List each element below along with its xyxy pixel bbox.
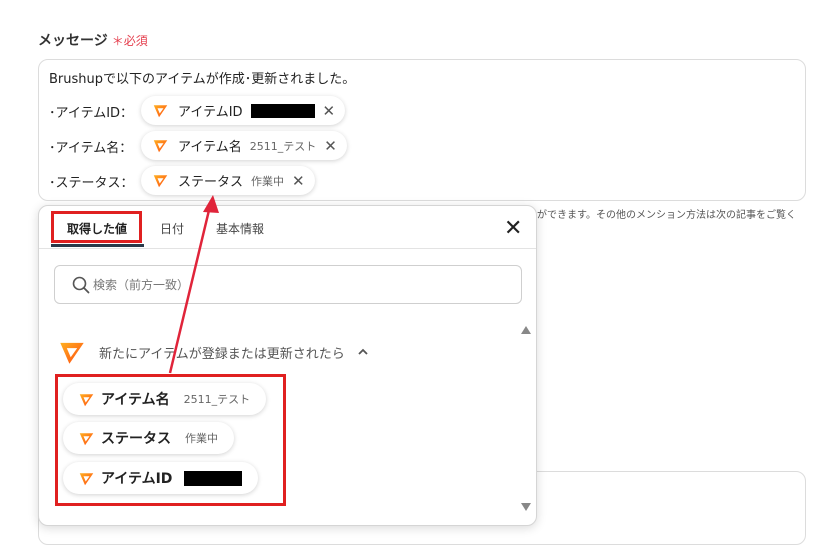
brushup-logo-icon bbox=[59, 339, 85, 365]
section-title: 新たにアイテムが登録または更新されたら bbox=[99, 346, 345, 362]
pill-value: 作業中 bbox=[251, 174, 285, 188]
pill-name: アイテムID bbox=[178, 105, 243, 120]
variable-pill-status[interactable]: ステータス 作業中 ✕ bbox=[141, 166, 315, 195]
row-label: ･アイテムID： bbox=[49, 106, 134, 121]
message-field-label: メッセージ ＊必須 bbox=[38, 30, 148, 50]
redacted-value bbox=[250, 103, 315, 118]
chevron-up-icon[interactable] bbox=[357, 346, 369, 358]
remove-x-icon[interactable]: ✕ bbox=[324, 137, 337, 155]
required-badge: ＊必須 bbox=[111, 34, 148, 48]
scroll-down-arrow-icon[interactable] bbox=[521, 503, 531, 511]
remove-x-icon[interactable]: ✕ bbox=[323, 102, 336, 120]
mention-hint-text: ができます。その他のメンション方法は次の記事をご覧く bbox=[537, 210, 796, 221]
variable-picker-popover: 取得した値 日付 基本情報 ✕ 新たにアイテムが登録または更新されたら アイテム… bbox=[38, 205, 537, 526]
pill-value: 2511_テスト bbox=[249, 139, 317, 153]
tab-basic-info[interactable]: 基本情報 bbox=[216, 220, 264, 237]
trigger-section-header[interactable]: 新たにアイテムが登録または更新されたら bbox=[59, 339, 369, 365]
row-label: ･ステータス： bbox=[49, 176, 134, 191]
search-input[interactable] bbox=[93, 274, 493, 296]
search-field bbox=[54, 265, 522, 304]
pill-name: ステータス bbox=[178, 175, 244, 190]
message-label-text: メッセージ bbox=[38, 33, 108, 49]
tab-highlight-box bbox=[51, 211, 142, 243]
remove-x-icon[interactable]: ✕ bbox=[292, 172, 305, 190]
active-tab-indicator bbox=[51, 244, 144, 247]
popover-tabs: 取得した値 日付 基本情報 ✕ bbox=[39, 206, 536, 249]
search-icon bbox=[72, 276, 90, 294]
variable-pill-item-name[interactable]: アイテム名 2511_テスト ✕ bbox=[141, 131, 347, 160]
tab-date[interactable]: 日付 bbox=[160, 220, 184, 237]
brushup-logo-icon bbox=[153, 138, 168, 153]
brushup-logo-icon bbox=[153, 173, 168, 188]
message-line-intro: Brushupで以下のアイテムが作成･更新されました。 bbox=[49, 72, 356, 87]
close-icon[interactable]: ✕ bbox=[504, 218, 522, 240]
variable-pill-item-id[interactable]: アイテムID ✕ bbox=[141, 96, 346, 125]
message-textarea[interactable]: Brushupで以下のアイテムが作成･更新されました。 ･アイテムID： アイテ… bbox=[38, 59, 806, 201]
options-highlight-box bbox=[55, 374, 286, 506]
scroll-up-arrow-icon[interactable] bbox=[521, 326, 531, 334]
brushup-logo-icon bbox=[153, 103, 168, 118]
pill-name: アイテム名 bbox=[178, 140, 242, 155]
row-label: ･アイテム名： bbox=[49, 141, 133, 156]
popover-scrollbar[interactable] bbox=[521, 326, 531, 516]
